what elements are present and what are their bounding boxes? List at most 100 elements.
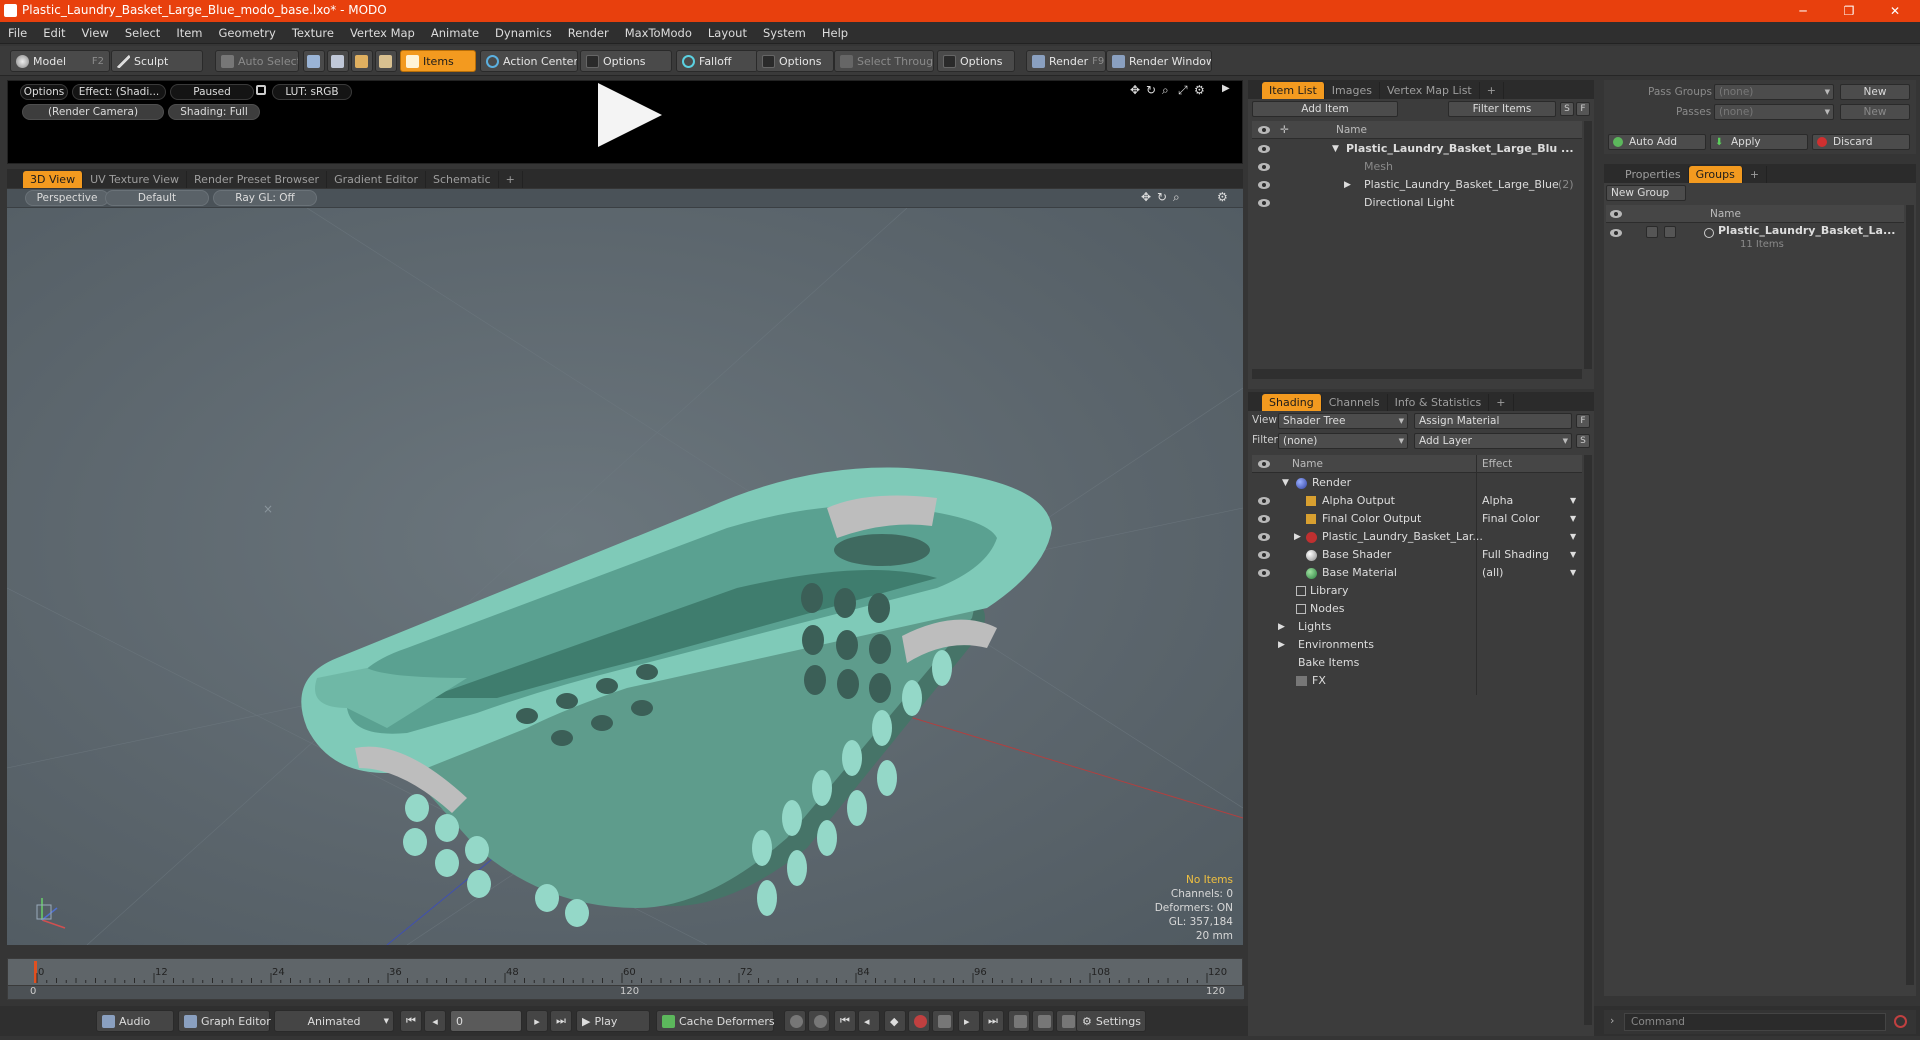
effect-dropdown[interactable]: Effect: (Shadi... <box>72 84 166 100</box>
add-tab-button[interactable]: + <box>499 171 523 188</box>
items-mode-button[interactable]: Items <box>400 50 476 72</box>
render-button[interactable]: Render F9 <box>1026 50 1106 72</box>
menu-texture[interactable]: Texture <box>284 22 342 44</box>
restore-button[interactable]: ❐ <box>1826 0 1872 22</box>
menu-view[interactable]: View <box>74 22 117 44</box>
auto-select-button[interactable]: Auto Select <box>215 50 299 72</box>
raygl-dropdown[interactable]: Ray GL: Off <box>213 190 317 206</box>
shader-row-lights[interactable]: ▶ Lights <box>1252 618 1582 636</box>
key-prev-button[interactable]: ⏮ <box>834 1010 856 1032</box>
cache-deformers-button[interactable]: Cache Deformers <box>656 1010 775 1032</box>
frame-input[interactable]: 0 <box>450 1010 522 1032</box>
shading-vscroll[interactable] <box>1584 455 1592 1025</box>
group-checkbox[interactable] <box>1664 226 1676 238</box>
tab-channels[interactable]: Channels <box>1322 394 1388 411</box>
tab-info-statistics[interactable]: Info & Statistics <box>1388 394 1490 411</box>
expand-arrow-icon[interactable]: ▶ <box>1344 176 1351 194</box>
shader-row-environments[interactable]: ▶ Environments <box>1252 636 1582 654</box>
visibility-icon[interactable] <box>1258 515 1270 523</box>
expand-arrow-icon[interactable]: ▼ <box>1282 474 1289 492</box>
polygons-mode-button[interactable] <box>351 50 373 72</box>
paused-toggle[interactable]: Paused <box>170 84 254 100</box>
action-center-options-button[interactable]: Options <box>580 50 672 72</box>
f-toggle[interactable]: F <box>1576 414 1590 428</box>
chevron-down-icon[interactable]: ▼ <box>1570 492 1576 510</box>
new-pass-button[interactable]: New <box>1840 104 1910 120</box>
tab-images[interactable]: Images <box>1325 82 1380 99</box>
viewport-pan-icon[interactable]: ✥ <box>1141 190 1151 204</box>
groups-vscroll[interactable] <box>1906 205 1914 985</box>
chevron-down-icon[interactable]: ▼ <box>1570 528 1576 546</box>
key-tool-button-2[interactable] <box>808 1010 830 1032</box>
menu-render[interactable]: Render <box>560 22 617 44</box>
zoom-icon[interactable]: ⌕ <box>1162 83 1169 98</box>
shader-row-fx[interactable]: FX <box>1252 672 1582 690</box>
filter-dropdown[interactable]: (none) <box>1278 433 1408 449</box>
motion-button-3[interactable] <box>1056 1010 1078 1032</box>
key-tool-button-1[interactable] <box>784 1010 806 1032</box>
group-checkbox[interactable] <box>1646 226 1658 238</box>
minimize-button[interactable]: ─ <box>1780 0 1826 22</box>
render-window-button[interactable]: Render Window <box>1106 50 1212 72</box>
3d-viewport[interactable]: × No Items Channels: 0 Deformers: ON GL:… <box>7 208 1243 945</box>
visibility-icon[interactable] <box>1258 533 1270 541</box>
expand-arrow-icon[interactable]: ▼ <box>1332 140 1339 158</box>
sculpt-mode-button[interactable]: Sculpt <box>111 50 203 72</box>
menu-select[interactable]: Select <box>117 22 168 44</box>
new-pass-group-button[interactable]: New <box>1840 84 1910 100</box>
lock-icon[interactable] <box>256 85 266 95</box>
fit-icon[interactable]: ⤢ <box>1178 83 1188 98</box>
menu-maxtomodo[interactable]: MaxToModo <box>617 22 700 44</box>
key-next-button[interactable]: ▸ <box>958 1010 980 1032</box>
add-tab-button[interactable]: + <box>1743 166 1768 183</box>
item-list-hscroll[interactable] <box>1252 369 1582 379</box>
assign-material-button[interactable]: Assign Material <box>1414 413 1572 429</box>
item-row-light[interactable]: Directional Light <box>1252 194 1582 212</box>
s-toggle[interactable]: S <box>1576 434 1590 448</box>
select-options-button[interactable]: Options <box>937 50 1015 72</box>
command-input[interactable]: Command <box>1624 1013 1886 1031</box>
viewport-zoom-icon[interactable]: ⌕ <box>1173 190 1180 205</box>
auto-add-button[interactable]: Auto Add <box>1608 134 1706 150</box>
audio-button[interactable]: Audio <box>96 1010 174 1032</box>
item-row-scene[interactable]: ▼ Plastic_Laundry_Basket_Large_Blu ... <box>1252 140 1582 158</box>
visibility-icon[interactable] <box>1258 181 1270 189</box>
shader-row-final-color[interactable]: Final Color Output Final Color ▼ <box>1252 510 1582 528</box>
tab-gradient-editor[interactable]: Gradient Editor <box>327 171 426 188</box>
tab-shading[interactable]: Shading <box>1262 394 1322 411</box>
next-frame-button[interactable]: ▸ <box>526 1010 548 1032</box>
viewport-gear-icon[interactable]: ⚙ <box>1217 190 1228 204</box>
close-button[interactable]: ✕ <box>1872 0 1918 22</box>
expand-arrow-icon[interactable]: ▶ <box>1278 618 1285 636</box>
set-key-button[interactable]: ◆ <box>884 1010 906 1032</box>
record-button[interactable] <box>908 1010 930 1032</box>
shading-dropdown[interactable]: Shading: Full <box>168 104 260 120</box>
default-dropdown[interactable]: Default <box>105 190 209 206</box>
add-item-button[interactable]: Add Item <box>1252 101 1398 117</box>
tab-groups[interactable]: Groups <box>1688 166 1743 183</box>
menu-vertex-map[interactable]: Vertex Map <box>342 22 423 44</box>
settings-button[interactable]: ⚙ Settings <box>1076 1010 1146 1032</box>
effect-dropdown[interactable]: (all) <box>1482 564 1503 582</box>
menu-geometry[interactable]: Geometry <box>211 22 284 44</box>
play-icon[interactable] <box>598 83 662 147</box>
new-group-button[interactable]: New Group <box>1606 185 1686 201</box>
visibility-icon[interactable] <box>1258 551 1270 559</box>
visibility-icon[interactable] <box>1258 569 1270 577</box>
shader-row-base-shader[interactable]: Base Shader Full Shading ▼ <box>1252 546 1582 564</box>
animated-dropdown[interactable]: Animated ▼ <box>274 1010 394 1032</box>
expand-arrow-icon[interactable]: ▶ <box>1222 83 1230 94</box>
menu-system[interactable]: System <box>755 22 814 44</box>
materials-mode-button[interactable] <box>375 50 397 72</box>
expand-arrow-icon[interactable]: ▶ <box>1294 528 1301 546</box>
shader-row-alpha[interactable]: Alpha Output Alpha ▼ <box>1252 492 1582 510</box>
pan-icon[interactable]: ✥ <box>1130 83 1140 97</box>
discard-button[interactable]: Discard <box>1812 134 1910 150</box>
tab-vertex-map-list[interactable]: Vertex Map List <box>1380 82 1480 99</box>
shader-row-base-material[interactable]: Base Material (all) ▼ <box>1252 564 1582 582</box>
add-tab-button[interactable]: + <box>1480 82 1504 99</box>
menu-dynamics[interactable]: Dynamics <box>487 22 560 44</box>
add-layer-dropdown[interactable]: Add Layer <box>1414 433 1572 449</box>
shader-row-library[interactable]: Library <box>1252 582 1582 600</box>
s-toggle[interactable]: S <box>1560 102 1574 116</box>
